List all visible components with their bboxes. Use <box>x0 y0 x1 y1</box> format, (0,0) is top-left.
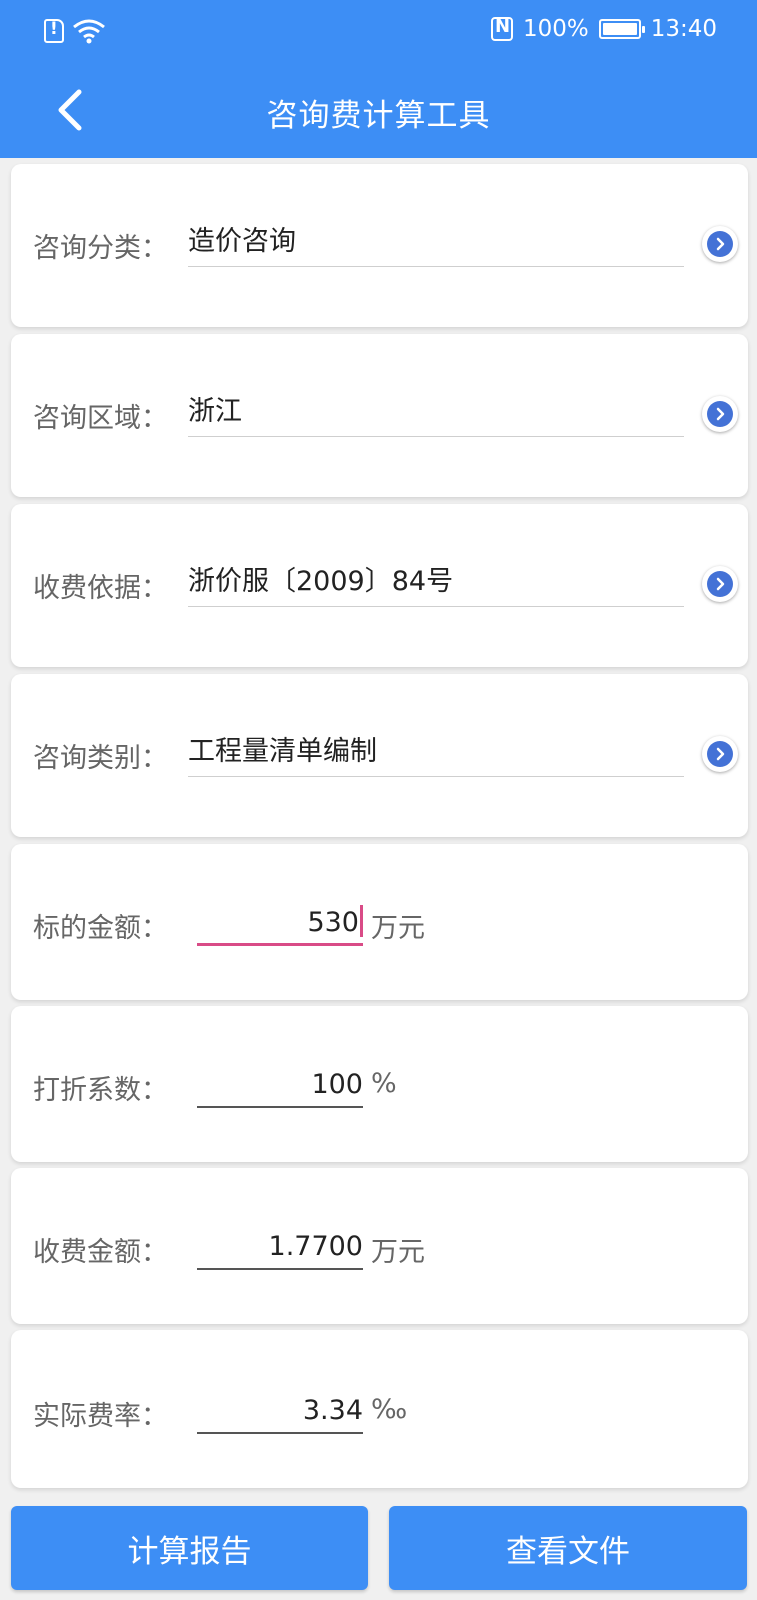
consult-type-select[interactable]: 工程量清单编制 <box>188 731 684 777</box>
text-cursor <box>360 905 363 937</box>
actual-rate-input[interactable]: 3.34 <box>197 1388 363 1434</box>
input-value: 530 <box>307 907 359 938</box>
status-right: 100% 13:40 <box>490 16 717 42</box>
row-label: 咨询区域： <box>33 403 168 434</box>
fee-amount-input[interactable]: 1.7700 <box>197 1224 363 1270</box>
unit-label: 万元 <box>371 1237 425 1268</box>
battery-icon <box>598 19 645 39</box>
row-fee-amount: 收费金额： 1.7700 万元 <box>11 1168 748 1324</box>
clock: 13:40 <box>650 16 717 42</box>
select-value: 工程量清单编制 <box>188 736 377 767</box>
row-discount-factor: 打折系数： 100 % <box>11 1006 748 1162</box>
row-label: 标的金额： <box>33 913 168 944</box>
consult-category-arrow-button[interactable] <box>702 226 738 262</box>
view-files-button[interactable]: 查看文件 <box>389 1506 747 1590</box>
row-label: 咨询类别： <box>33 743 168 774</box>
unit-label: % <box>371 1068 397 1099</box>
status-bar: 100% 13:40 <box>0 0 757 66</box>
consult-type-arrow-button[interactable] <box>702 736 738 772</box>
row-label: 咨询分类： <box>33 233 168 264</box>
app-bar: 100% 13:40 咨询费计算工具 <box>0 0 757 158</box>
row-label: 打折系数： <box>33 1075 168 1106</box>
wifi-icon <box>72 18 106 44</box>
consult-region-select[interactable]: 浙江 <box>188 391 684 437</box>
input-value: 100 <box>311 1069 363 1100</box>
row-actual-rate: 实际费率： 3.34 ‰ <box>11 1330 748 1488</box>
select-value: 浙价服〔2009〕84号 <box>188 566 454 597</box>
discount-factor-input[interactable]: 100 <box>197 1062 363 1108</box>
page-title: 咨询费计算工具 <box>266 98 491 134</box>
unit-label: 万元 <box>371 913 425 944</box>
battery-percent: 100% <box>522 16 589 42</box>
chevron-right-icon <box>707 741 733 767</box>
nav-bar: 咨询费计算工具 <box>0 66 757 158</box>
row-consult-category: 咨询分类： 造价咨询 <box>11 164 748 327</box>
nfc-icon <box>490 16 513 41</box>
consult-region-arrow-button[interactable] <box>702 396 738 432</box>
row-label: 收费金额： <box>33 1237 168 1268</box>
chevron-right-icon <box>707 571 733 597</box>
row-consult-type: 咨询类别： 工程量清单编制 <box>11 674 748 837</box>
fee-basis-arrow-button[interactable] <box>702 566 738 602</box>
row-label: 实际费率： <box>33 1401 168 1432</box>
select-value: 造价咨询 <box>188 226 296 257</box>
calculate-report-button[interactable]: 计算报告 <box>11 1506 368 1590</box>
consult-category-select[interactable]: 造价咨询 <box>188 221 684 267</box>
target-amount-input[interactable]: 530 <box>197 900 363 946</box>
input-value: 1.7700 <box>268 1231 363 1262</box>
select-value: 浙江 <box>188 396 242 427</box>
row-target-amount: 标的金额： 530 万元 <box>11 844 748 1000</box>
row-consult-region: 咨询区域： 浙江 <box>11 334 748 497</box>
input-value: 3.34 <box>302 1395 363 1426</box>
row-label: 收费依据： <box>33 573 168 604</box>
chevron-right-icon <box>707 401 733 427</box>
chevron-right-icon <box>707 231 733 257</box>
unit-label: ‰ <box>371 1394 408 1425</box>
status-left <box>44 18 106 44</box>
sim-alert-icon <box>44 19 64 43</box>
fee-basis-select[interactable]: 浙价服〔2009〕84号 <box>188 561 684 607</box>
row-fee-basis: 收费依据： 浙价服〔2009〕84号 <box>11 504 748 667</box>
